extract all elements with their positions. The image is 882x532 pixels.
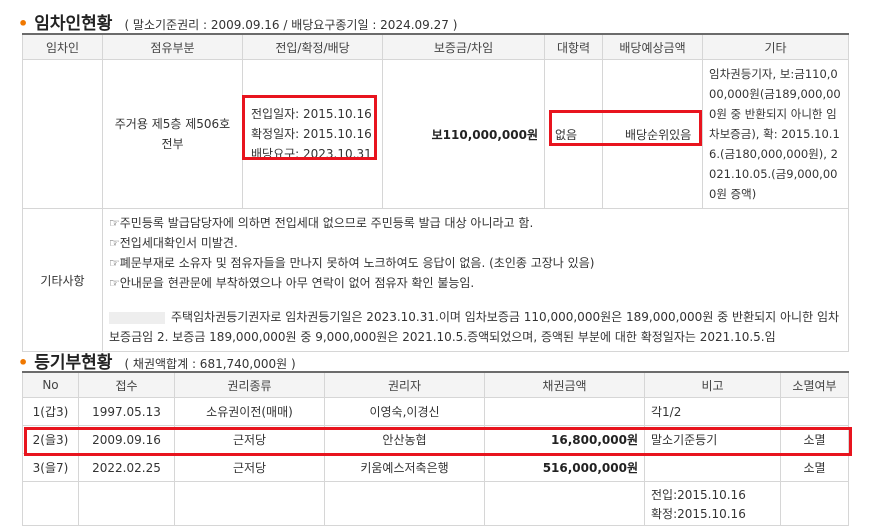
tenant-name-cell xyxy=(22,59,103,209)
row-note: 전입:2015.10.16 확정:2015.10.16 xyxy=(644,481,781,526)
tenant-table-header-row: 임차인 점유부분 전입/확정/배당 보증금/차임 대항력 배당예상금액 기타 xyxy=(22,33,849,60)
registry-table: No 접수 권리종류 권리자 채권금액 비고 소멸여부 1(갑3) 1997.0… xyxy=(22,371,849,526)
header-opposability: 대항력 xyxy=(544,33,603,60)
header-no: No xyxy=(22,371,79,398)
other-notes-row: 기타사항 ☞주민등록 발급담당자에 의하면 전입세대 없으므로 주민등록 발급 … xyxy=(22,208,849,352)
row-amount xyxy=(484,481,645,526)
header-deposit: 보증금/차임 xyxy=(382,33,545,60)
row-type xyxy=(174,481,325,526)
row-extinct: 소멸 xyxy=(780,425,849,454)
row-extinct xyxy=(780,481,849,526)
header-occupancy: 점유부분 xyxy=(102,33,243,60)
move-in-cell: 전입일자: 2015.10.16 확정일자: 2015.10.16 배당요구: … xyxy=(242,59,383,209)
row-note-line: 확정:2015.10.16 xyxy=(651,507,746,521)
redacted-block xyxy=(109,311,165,324)
row-extinct: 소멸 xyxy=(780,453,849,482)
other-note-item: ☞주민등록 발급담당자에 의하면 전입세대 없으므로 주민등록 발급 대상 아니… xyxy=(109,216,534,230)
row-note: 말소기준등기 xyxy=(644,425,781,454)
registry-section-title: 등기부현황 xyxy=(34,353,113,373)
registry-section-subtitle: ( 채권액합계 : 681,740,000원 ) xyxy=(124,357,296,371)
header-expected-dividend: 배당예상금액 xyxy=(602,33,703,60)
row-amount: 516,000,000원 xyxy=(484,453,645,482)
other-notes-cell: ☞주민등록 발급담당자에 의하면 전입세대 없으므로 주민등록 발급 대상 아니… xyxy=(102,208,849,352)
other-notes-label: 기타사항 xyxy=(22,208,103,352)
row-date: 1997.05.13 xyxy=(78,397,175,426)
header-tenant: 임차인 xyxy=(22,33,103,60)
row-date: 2009.09.16 xyxy=(78,425,175,454)
registry-table-header-row: No 접수 권리종류 권리자 채권금액 비고 소멸여부 xyxy=(22,371,849,398)
row-note xyxy=(644,453,781,482)
table-row: 3(을7) 2022.02.25 근저당 키움예스저축은행 516,000,00… xyxy=(22,453,849,482)
row-no: 2(을3) xyxy=(22,425,79,454)
header-note: 비고 xyxy=(644,371,781,398)
occupancy-cell: 주거용 제5층 제506호 전부 xyxy=(102,59,243,209)
registry-section-header: • 등기부현황 ( 채권액합계 : 681,740,000원 ) xyxy=(18,348,296,373)
fixed-date: 확정일자: 2015.10.16 xyxy=(251,127,372,141)
row-holder: 키움예스저축은행 xyxy=(324,453,485,482)
table-row: 2(을3) 2009.09.16 근저당 안산농협 16,800,000원 말소… xyxy=(22,425,849,454)
row-holder: 이영숙,이경신 xyxy=(324,397,485,426)
other-note-extra: 주택임차권등기권자로 임차권등기일은 2023.10.31.이며 임차보증금 1… xyxy=(109,307,842,347)
deposit-cell: 보110,000,000원 xyxy=(382,59,545,209)
table-row: 전입:2015.10.16 확정:2015.10.16 xyxy=(22,481,849,526)
table-row: 1(갑3) 1997.05.13 소유권이전(매매) 이영숙,이경신 각1/2 xyxy=(22,397,849,426)
header-amount: 채권금액 xyxy=(484,371,645,398)
row-no xyxy=(22,481,79,526)
header-holder: 권리자 xyxy=(324,371,485,398)
row-date: 2022.02.25 xyxy=(78,453,175,482)
row-holder: 안산농협 xyxy=(324,425,485,454)
header-etc: 기타 xyxy=(702,33,849,60)
other-note-item: ☞폐문부재로 소유자 및 점유자들을 만나지 못하여 노크하여도 응답이 없음.… xyxy=(109,256,595,270)
opposability-cell: 없음 xyxy=(544,59,603,209)
tenant-section-header: • 임차인현황 ( 말소기준권리 : 2009.09.16 / 배당요구종기일 … xyxy=(18,9,457,34)
other-note-extra-text: 주택임차권등기권자로 임차권등기일은 2023.10.31.이며 임차보증금 1… xyxy=(109,310,840,344)
row-no: 3(을7) xyxy=(22,453,79,482)
row-note: 각1/2 xyxy=(644,397,781,426)
tenant-table: 임차인 점유부분 전입/확정/배당 보증금/차임 대항력 배당예상금액 기타 주… xyxy=(22,33,849,352)
row-note-line: 전입:2015.10.16 xyxy=(651,488,746,502)
row-date xyxy=(78,481,175,526)
move-in-date: 전입일자: 2015.10.16 xyxy=(251,107,372,121)
other-note-item: ☞안내문을 현관문에 부착하였으나 아무 연락이 없어 점유자 확인 불능임. xyxy=(109,276,475,290)
tenant-section-subtitle: ( 말소기준권리 : 2009.09.16 / 배당요구종기일 : 2024.0… xyxy=(124,18,458,32)
orange-bullet-icon: • xyxy=(18,14,29,33)
orange-bullet-icon: • xyxy=(18,353,29,372)
tenant-section-title: 임차인현황 xyxy=(34,14,113,34)
row-no: 1(갑3) xyxy=(22,397,79,426)
row-type: 소유권이전(매매) xyxy=(174,397,325,426)
etc-cell: 임차권등기자, 보:금110,000,000원(금189,000,000원 중 … xyxy=(702,59,849,209)
claim-date: 배당요구: 2023.10.31 xyxy=(251,147,372,161)
header-extinct: 소멸여부 xyxy=(780,371,849,398)
other-note-item: ☞전입세대확인서 미발견. xyxy=(109,236,238,250)
header-move-in: 전입/확정/배당 xyxy=(242,33,383,60)
tenant-row: 주거용 제5층 제506호 전부 전입일자: 2015.10.16 확정일자: … xyxy=(22,59,849,209)
row-extinct xyxy=(780,397,849,426)
row-amount: 16,800,000원 xyxy=(484,425,645,454)
row-amount xyxy=(484,397,645,426)
row-type: 근저당 xyxy=(174,425,325,454)
header-type: 권리종류 xyxy=(174,371,325,398)
row-type: 근저당 xyxy=(174,453,325,482)
row-holder xyxy=(324,481,485,526)
header-date: 접수 xyxy=(78,371,175,398)
expected-dividend-cell: 배당순위있음 xyxy=(602,59,703,209)
